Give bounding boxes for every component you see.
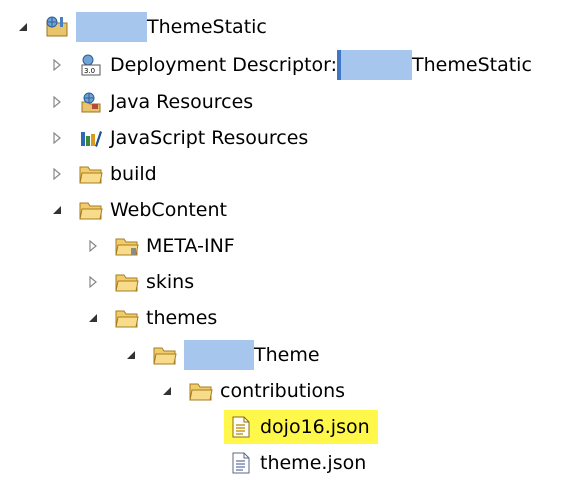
tree-node-themes[interactable]: themes [84, 301, 217, 335]
project-explorer-tree: ThemeStatic 3.0 Deployment Descriptor: T… [0, 0, 574, 476]
chevron-right-icon[interactable] [48, 93, 66, 111]
json-file-icon [228, 451, 254, 475]
chevron-right-icon[interactable] [48, 56, 66, 74]
meta-inf-label: META-INF [146, 235, 235, 257]
javascript-resources-icon [78, 126, 104, 150]
javascript-resources-label: JavaScript Resources [110, 127, 309, 149]
webcontent-label: WebContent [110, 199, 227, 221]
tree-node-meta-inf[interactable]: META-INF [84, 229, 235, 263]
tree-node-theme-json[interactable]: theme.json [228, 446, 366, 480]
folder-open-icon [152, 343, 178, 367]
folder-icon [114, 234, 140, 258]
redacted-text [76, 12, 147, 42]
dojo16-json-label: dojo16.json [260, 416, 370, 438]
build-label: build [110, 163, 157, 185]
tree-node-build[interactable]: build [48, 157, 157, 191]
contributions-label: contributions [220, 380, 346, 402]
folder-icon [114, 270, 140, 294]
tree-node-webcontent[interactable]: WebContent [48, 193, 227, 227]
tree-node-contributions[interactable]: contributions [158, 374, 345, 408]
project-name-text: ThemeStatic [147, 16, 267, 38]
folder-open-icon [188, 379, 214, 403]
web-project-icon [44, 15, 70, 39]
tree-node-java-resources[interactable]: Java Resources [48, 85, 253, 119]
chevron-down-icon[interactable] [158, 382, 176, 400]
tree-node-skins[interactable]: skins [84, 265, 194, 299]
selection-highlight: dojo16.json [224, 410, 378, 444]
theme-json-label: theme.json [260, 452, 367, 474]
chevron-right-icon[interactable] [84, 237, 102, 255]
chevron-down-icon[interactable] [122, 346, 140, 364]
java-resources-icon [78, 90, 104, 114]
deployment-descriptor-prefix: Deployment Descriptor: [110, 54, 338, 76]
tree-node-deployment-descriptor[interactable]: 3.0 Deployment Descriptor: ThemeStatic [48, 48, 532, 82]
chevron-right-icon[interactable] [48, 165, 66, 183]
java-resources-label: Java Resources [110, 91, 254, 113]
json-file-icon [228, 415, 254, 439]
folder-open-icon [114, 306, 140, 330]
project-name: ThemeStatic [76, 12, 267, 42]
tree-node-theme[interactable]: Theme [122, 338, 320, 372]
deployment-descriptor-icon: 3.0 [78, 53, 104, 77]
redacted-text [341, 50, 413, 80]
redacted-text [184, 340, 254, 370]
tree-node-dojo16-json[interactable]: dojo16.json [224, 410, 378, 444]
chevron-right-icon[interactable] [84, 273, 102, 291]
svg-text:3.0: 3.0 [84, 67, 95, 75]
chevron-down-icon[interactable] [48, 201, 66, 219]
themes-label: themes [146, 307, 218, 329]
chevron-down-icon[interactable] [84, 309, 102, 327]
theme-label-text: Theme [254, 344, 320, 366]
folder-open-icon [78, 198, 104, 222]
tree-node-project[interactable]: ThemeStatic [14, 10, 267, 44]
deployment-descriptor-label: Deployment Descriptor: ThemeStatic [110, 50, 532, 80]
tree-node-javascript-resources[interactable]: JavaScript Resources [48, 121, 308, 155]
theme-label: Theme [184, 340, 320, 370]
deployment-descriptor-suffix: ThemeStatic [412, 54, 532, 76]
folder-icon [78, 162, 104, 186]
chevron-right-icon[interactable] [48, 129, 66, 147]
chevron-down-icon[interactable] [14, 18, 32, 36]
skins-label: skins [146, 271, 195, 293]
